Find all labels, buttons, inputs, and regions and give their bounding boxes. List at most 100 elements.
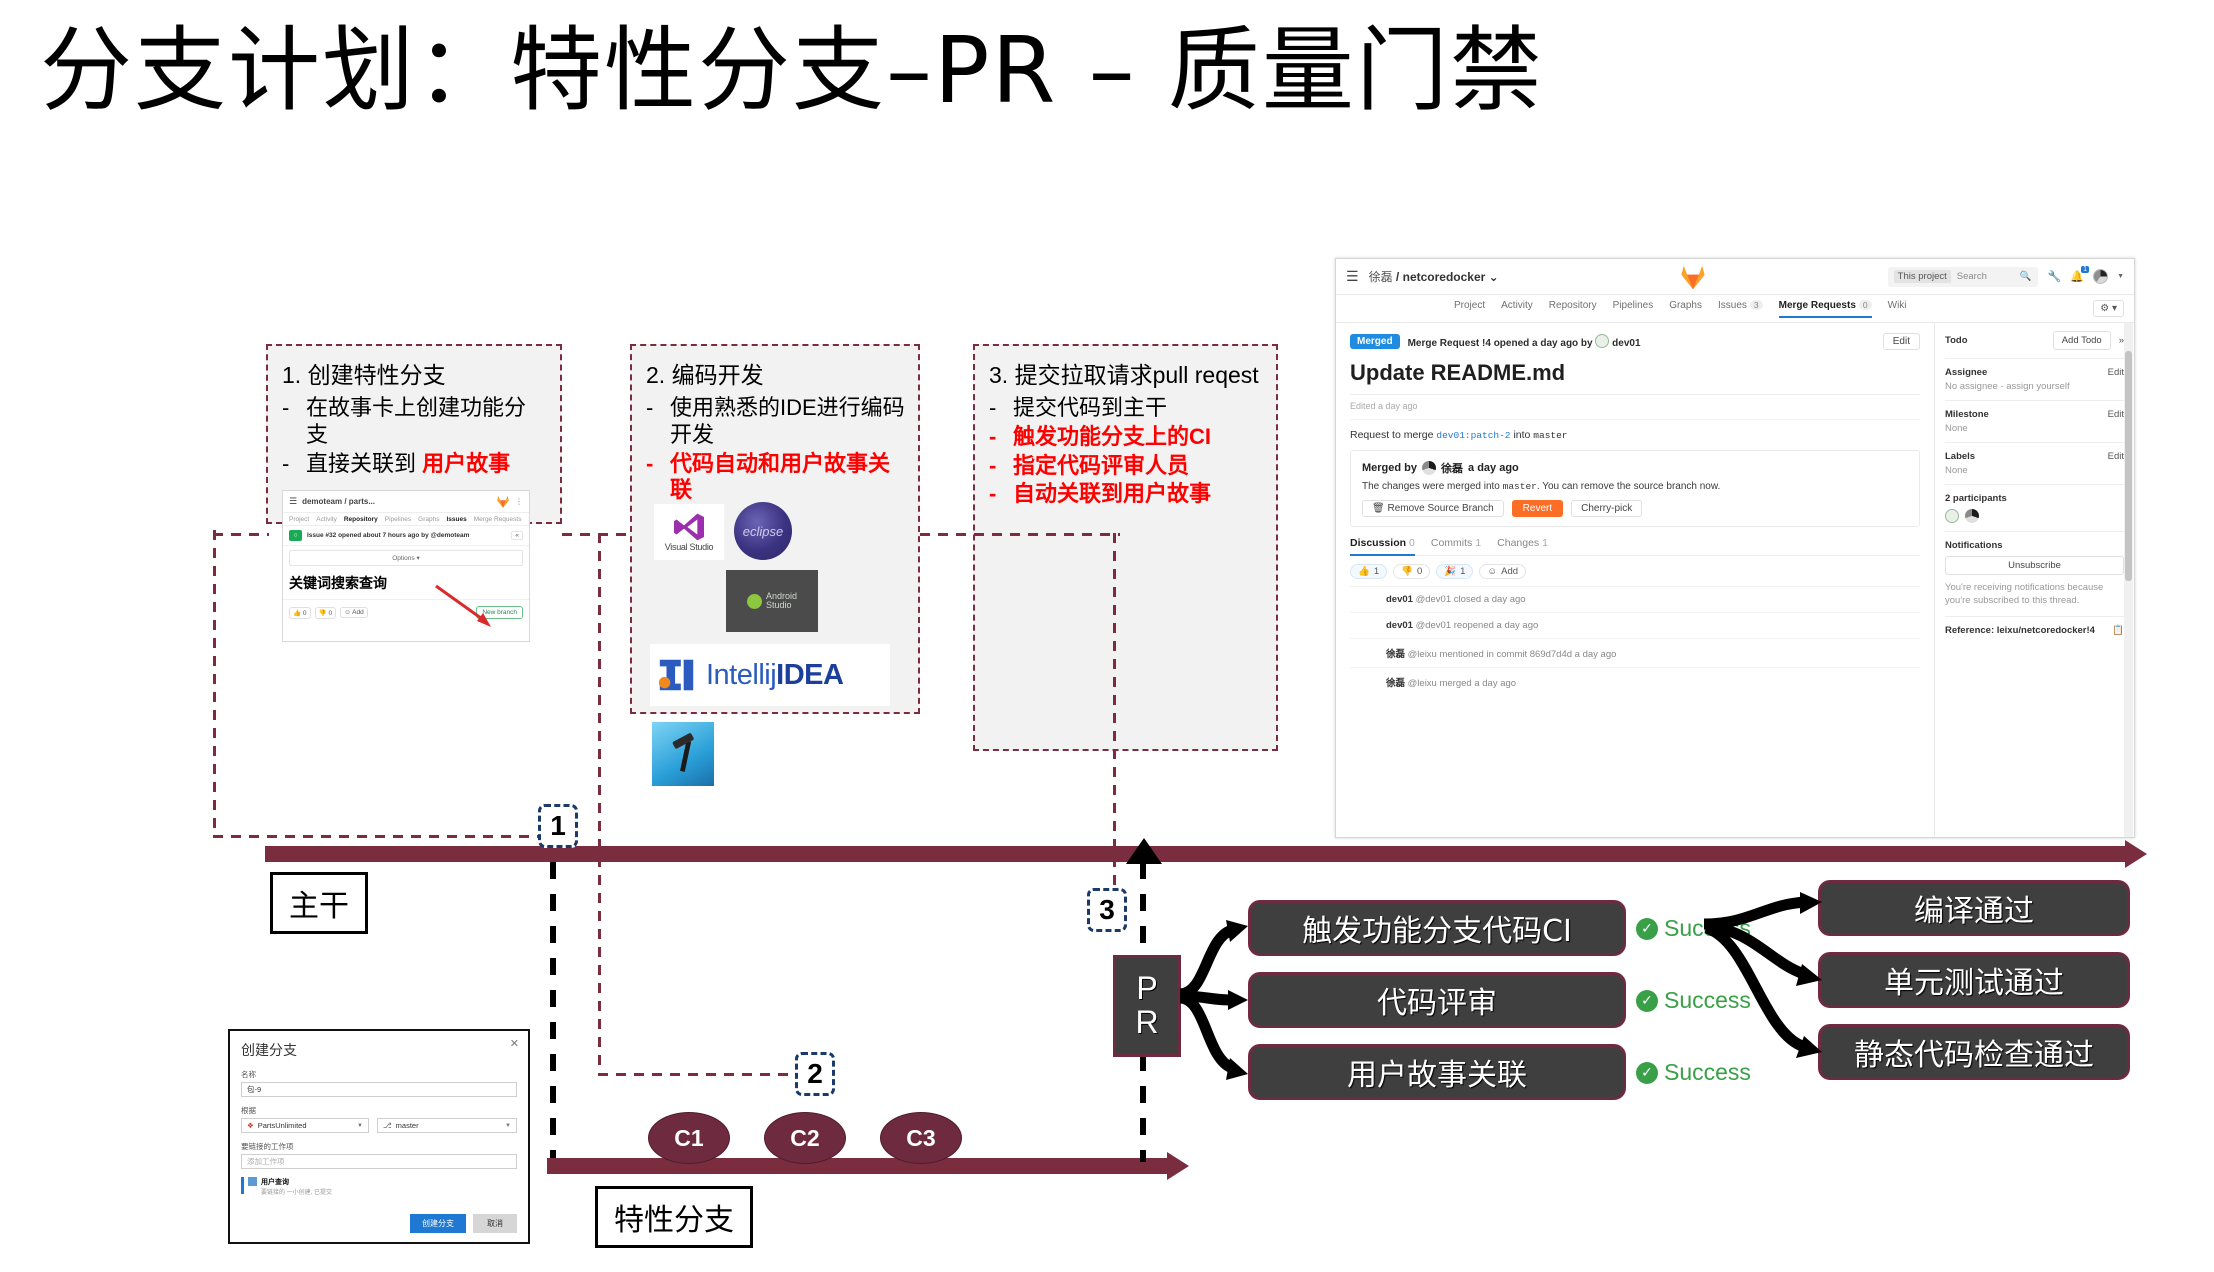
red-pointer-arrow bbox=[435, 584, 491, 627]
page-title: 分支计划：特性分支–PR – 质量门禁 bbox=[40, 17, 1544, 124]
commit-c2: C2 bbox=[764, 1112, 846, 1164]
status-badge: Merged bbox=[1350, 334, 1400, 349]
mini-issue-meta: ○ Issue #32 opened about 7 hours ago by … bbox=[283, 526, 529, 546]
gitlab-fox-icon bbox=[1679, 264, 1707, 290]
workitem-input[interactable]: 添加工作项 bbox=[241, 1154, 517, 1169]
gitlab-merge-request-screenshot: ☰ 徐磊 / netcoredocker ⌄ This project Sear… bbox=[1335, 258, 2135, 838]
cherry-pick-button[interactable]: Cherry-pick bbox=[1571, 500, 1643, 517]
copy-icon[interactable]: 📋 bbox=[2112, 625, 2124, 636]
step-1-heading: 1. 创建特性分支 bbox=[282, 362, 446, 388]
avatar[interactable] bbox=[1965, 509, 1979, 523]
hamburger-icon[interactable]: ☰ bbox=[289, 496, 297, 507]
nav-issues[interactable]: Issues 3 bbox=[1718, 300, 1763, 317]
step-box-3: 3. 提交拉取请求pull reqest - 提交代码到主干 - 触发功能分支上… bbox=[973, 344, 1278, 751]
nav-repository[interactable]: Repository bbox=[1549, 300, 1597, 317]
pr-line-2: R bbox=[1135, 1004, 1159, 1040]
step-2-bullet-1: - 使用熟悉的IDE进行编码 开发 bbox=[646, 395, 905, 447]
add-todo-button[interactable]: Add Todo bbox=[2052, 331, 2111, 350]
mini-nav-repository[interactable]: Repository bbox=[344, 516, 378, 523]
edit-button[interactable]: Edit bbox=[1882, 333, 1920, 350]
source-branch[interactable]: dev01:patch-2 bbox=[1436, 430, 1510, 441]
reaction-thumbs-down[interactable]: 👎 0 bbox=[1393, 564, 1431, 579]
visual-studio-logo: Visual Studio bbox=[654, 504, 724, 560]
add-reaction-button[interactable]: ☺ Add bbox=[340, 607, 368, 618]
divider bbox=[1945, 442, 2124, 443]
tab-commits[interactable]: Commits 1 bbox=[1431, 537, 1481, 555]
mini-nav-graphs[interactable]: Graphs bbox=[418, 516, 439, 523]
assignee-value[interactable]: No assignee - assign yourself bbox=[1945, 381, 2124, 392]
nav-activity[interactable]: Activity bbox=[1501, 300, 1533, 317]
gear-icon[interactable]: ⚙ ▾ bbox=[2093, 300, 2124, 317]
step-marker-3: 3 bbox=[1087, 888, 1127, 932]
notifications-note: You're receiving notifications because y… bbox=[1945, 582, 2104, 607]
reaction-thumbs-up[interactable]: 👍 1 bbox=[1350, 564, 1388, 579]
ci-to-results-arrows bbox=[1703, 892, 1822, 1058]
breadcrumb[interactable]: 徐磊 / netcoredocker ⌄ bbox=[1369, 268, 1499, 285]
nav-merge-requests[interactable]: Merge Requests 0 bbox=[1778, 300, 1872, 318]
nav-project[interactable]: Project bbox=[1454, 300, 1485, 317]
intellij-mark-icon bbox=[656, 654, 698, 696]
mini-nav-merge-requests[interactable]: Merge Requests bbox=[474, 516, 522, 523]
mini-options-button[interactable]: Options ▾ bbox=[289, 550, 523, 566]
milestone-label: Milestone bbox=[1945, 409, 1989, 420]
name-input[interactable]: 包-9 bbox=[241, 1082, 517, 1097]
unsubscribe-button[interactable]: Unsubscribe bbox=[1945, 556, 2124, 575]
scrollbar[interactable] bbox=[2124, 323, 2133, 837]
tab-discussion[interactable]: Discussion 0 bbox=[1350, 537, 1415, 556]
nav-wiki[interactable]: Wiki bbox=[1888, 300, 1907, 317]
mini-nav-issues[interactable]: Issues bbox=[447, 516, 467, 523]
close-icon[interactable]: ✕ bbox=[510, 1037, 519, 1050]
workitem-subtitle: 要链接的 一小创建, 已提交 bbox=[261, 1190, 333, 1196]
nav-pipelines[interactable]: Pipelines bbox=[1613, 300, 1654, 317]
create-branch-button[interactable]: 创建分支 bbox=[410, 1214, 466, 1233]
target-branch[interactable]: master bbox=[1533, 430, 1567, 441]
step-marker-2: 2 bbox=[795, 1052, 835, 1096]
avatar[interactable] bbox=[2093, 269, 2109, 284]
step-3-bullet-3: - 指定代码评审人员 bbox=[989, 452, 1190, 478]
mini-more-icon[interactable]: ⋮ bbox=[515, 497, 523, 506]
scrollbar-thumb[interactable] bbox=[2125, 351, 2132, 581]
nav-graphs[interactable]: Graphs bbox=[1669, 300, 1702, 317]
callout-line-step3-h bbox=[920, 533, 1120, 536]
repo-select[interactable]: ❖ PartsUnlimited ▼ bbox=[241, 1118, 369, 1133]
labels-edit-button[interactable]: Edit bbox=[2108, 451, 2124, 462]
milestone-edit-button[interactable]: Edit bbox=[2108, 409, 2124, 420]
bullet-dash: - bbox=[989, 452, 997, 478]
callout-line-step2-bottom bbox=[598, 1073, 794, 1076]
pr-to-stages-arrows bbox=[1178, 920, 1248, 1080]
branch-select[interactable]: ⎇ master ▼ bbox=[377, 1118, 517, 1133]
tab-changes[interactable]: Changes 1 bbox=[1497, 537, 1548, 555]
add-reaction-button[interactable]: ☺ Add bbox=[1479, 564, 1527, 579]
avatar bbox=[1595, 334, 1610, 348]
avatar[interactable] bbox=[1945, 509, 1959, 523]
mini-nav-project[interactable]: Project bbox=[289, 516, 309, 523]
highlight-user-story: 用户故事 bbox=[422, 450, 511, 476]
mini-project-name[interactable]: demoteam / parts... bbox=[302, 497, 375, 506]
master-branch-line bbox=[265, 846, 2125, 862]
collapse-sidebar-button[interactable]: « bbox=[511, 531, 523, 540]
assignee-edit-button[interactable]: Edit bbox=[2108, 367, 2124, 378]
branch-connector-left bbox=[550, 862, 556, 1158]
merge-request-title: Update README.md bbox=[1350, 360, 1920, 395]
mini-nav-overflow[interactable]: > bbox=[528, 516, 529, 523]
hamburger-icon[interactable]: ☰ bbox=[1346, 268, 1359, 285]
based-on-row: ❖ PartsUnlimited ▼ ⎇ master ▼ bbox=[241, 1118, 517, 1133]
search-input[interactable]: This project Search 🔍 bbox=[1887, 266, 2038, 287]
reaction-tada[interactable]: 🎉 1 bbox=[1436, 564, 1474, 579]
chevron-down-icon[interactable]: ▼ bbox=[2117, 273, 2124, 280]
xcode-hammer-glyph bbox=[672, 732, 694, 772]
cancel-button[interactable]: 取消 bbox=[473, 1214, 517, 1233]
mini-nav-pipelines[interactable]: Pipelines bbox=[385, 516, 411, 523]
step-3-bullet-1: - 提交代码到主干 bbox=[989, 395, 1168, 420]
bell-icon[interactable]: 🔔 1 bbox=[2070, 266, 2090, 283]
step-3-bullet-2: - 触发功能分支上的CI bbox=[989, 423, 1212, 449]
mini-nav-activity[interactable]: Activity bbox=[316, 516, 337, 523]
topbar-icons: 🔧 🔔 1 ▼ bbox=[2048, 266, 2124, 284]
thumbs-up-icon[interactable]: 👍 0 bbox=[289, 606, 311, 619]
merged-by-user[interactable]: 徐磊 bbox=[1441, 460, 1463, 476]
remove-source-branch-button[interactable]: 🗑 Remove Source Branch bbox=[1362, 500, 1504, 517]
revert-button[interactable]: Revert bbox=[1511, 500, 1564, 517]
feed-item: 徐磊 @leixu merged a day ago bbox=[1350, 667, 1920, 696]
thumbs-down-icon[interactable]: 👎 0 bbox=[314, 606, 337, 619]
wrench-icon[interactable]: 🔧 bbox=[2048, 270, 2062, 283]
